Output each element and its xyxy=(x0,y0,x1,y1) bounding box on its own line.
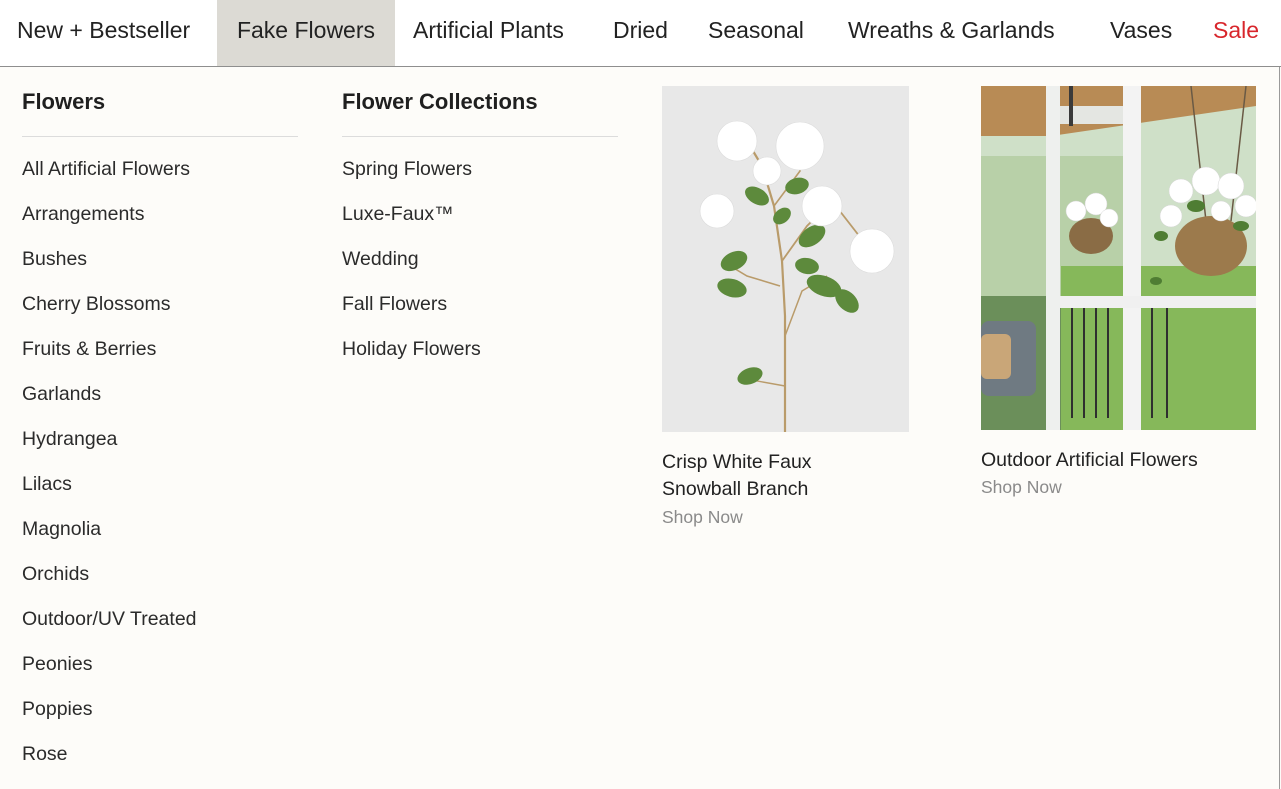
menu-link-arrangements[interactable]: Arrangements xyxy=(22,199,298,244)
flower-collections-list: Spring Flowers Luxe-Faux™ Wedding Fall F… xyxy=(342,154,618,379)
flower-collections-heading: Flower Collections xyxy=(342,87,618,137)
menu-link-luxe-faux[interactable]: Luxe-Faux™ xyxy=(342,199,618,244)
menu-link-cherry-blossoms[interactable]: Cherry Blossoms xyxy=(22,289,298,334)
nav-item-seasonal[interactable]: Seasonal xyxy=(708,0,804,66)
menu-link-wedding[interactable]: Wedding xyxy=(342,244,618,289)
menu-link-garlands[interactable]: Garlands xyxy=(22,379,298,424)
menu-link-rose[interactable]: Rose xyxy=(22,739,298,784)
promo-snowball-branch-title[interactable]: Crisp White Faux xyxy=(662,449,909,476)
promo-outdoor-flowers-title[interactable]: Outdoor Artificial Flowers xyxy=(981,447,1256,474)
nav-item-vases[interactable]: Vases xyxy=(1110,0,1172,66)
promo-snowball-branch-title-line2[interactable]: Snowball Branch xyxy=(662,476,909,503)
menu-link-holiday-flowers[interactable]: Holiday Flowers xyxy=(342,334,618,379)
promo-snowball-branch[interactable]: Crisp White Faux Snowball Branch Shop No… xyxy=(662,86,909,530)
flowers-column: Flowers All Artificial Flowers Arrangeme… xyxy=(22,87,298,784)
nav-item-dried[interactable]: Dried xyxy=(613,0,668,66)
menu-link-spring-flowers[interactable]: Spring Flowers xyxy=(342,154,618,199)
main-navigation: New + Bestseller Fake Flowers Artificial… xyxy=(0,0,1281,67)
flower-collections-column: Flower Collections Spring Flowers Luxe-F… xyxy=(342,87,618,379)
menu-link-magnolia[interactable]: Magnolia xyxy=(22,514,298,559)
nav-item-artificial-plants[interactable]: Artificial Plants xyxy=(413,0,564,66)
nav-item-wreaths-garlands[interactable]: Wreaths & Garlands xyxy=(848,0,1055,66)
menu-link-fruits-berries[interactable]: Fruits & Berries xyxy=(22,334,298,379)
mega-menu-panel: Flowers All Artificial Flowers Arrangeme… xyxy=(0,67,1280,789)
menu-link-fall-flowers[interactable]: Fall Flowers xyxy=(342,289,618,334)
menu-link-lilacs[interactable]: Lilacs xyxy=(22,469,298,514)
flowers-list: All Artificial Flowers Arrangements Bush… xyxy=(22,154,298,784)
promo-snowball-branch-shop-now[interactable]: Shop Now xyxy=(662,504,909,530)
menu-link-poppies[interactable]: Poppies xyxy=(22,694,298,739)
menu-link-orchids[interactable]: Orchids xyxy=(22,559,298,604)
flowers-heading: Flowers xyxy=(22,87,298,137)
menu-link-hydrangea[interactable]: Hydrangea xyxy=(22,424,298,469)
nav-item-sale[interactable]: Sale xyxy=(1213,0,1259,66)
promo-outdoor-flowers-shop-now[interactable]: Shop Now xyxy=(981,474,1256,500)
promo-outdoor-flowers[interactable]: Outdoor Artificial Flowers Shop Now xyxy=(981,86,1256,500)
menu-link-all-artificial-flowers[interactable]: All Artificial Flowers xyxy=(22,154,298,199)
white-snowball-branch-photo[interactable] xyxy=(662,86,909,432)
porch-hanging-baskets-photo[interactable] xyxy=(981,86,1256,430)
nav-item-new-bestseller[interactable]: New + Bestseller xyxy=(0,0,207,66)
menu-link-outdoor-uv-treated[interactable]: Outdoor/UV Treated xyxy=(22,604,298,649)
menu-link-peonies[interactable]: Peonies xyxy=(22,649,298,694)
menu-link-bushes[interactable]: Bushes xyxy=(22,244,298,289)
nav-item-fake-flowers[interactable]: Fake Flowers xyxy=(217,0,395,66)
